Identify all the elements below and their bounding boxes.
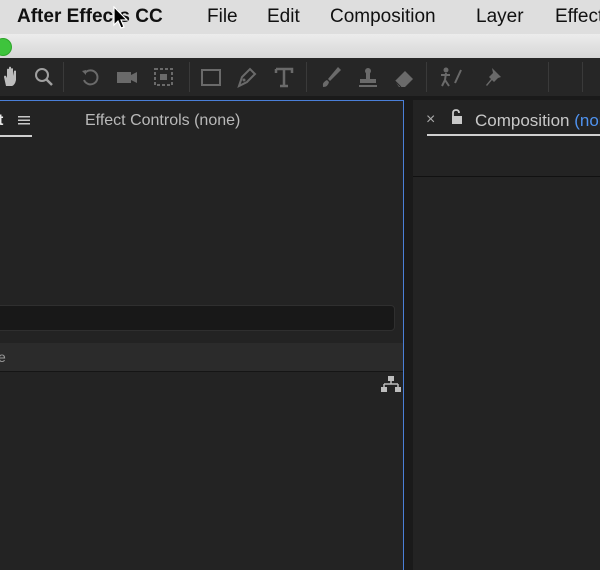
window-title-bar <box>0 34 600 59</box>
toolbar-separator <box>63 62 64 92</box>
flowchart-icon[interactable] <box>381 376 401 392</box>
toolbar-separator <box>548 62 549 92</box>
menu-bar: After Effects CC File Edit Composition L… <box>0 0 600 34</box>
window-zoom-button[interactable] <box>0 38 12 56</box>
menu-file[interactable]: File <box>207 0 238 34</box>
toolbar-separator <box>306 62 307 92</box>
mouse-cursor-icon <box>113 5 129 30</box>
project-search-input[interactable] <box>0 305 395 331</box>
camera-icon[interactable] <box>112 62 142 92</box>
brush-icon[interactable] <box>316 62 346 92</box>
project-column-header[interactable]: e <box>0 343 403 372</box>
menu-layer[interactable]: Layer <box>476 0 524 34</box>
panel-menu-icon[interactable] <box>17 113 31 127</box>
type-icon[interactable] <box>269 62 299 92</box>
puppet-icon[interactable] <box>435 62 465 92</box>
unlock-icon[interactable] <box>450 109 464 125</box>
tab-effect-controls[interactable]: Effect Controls (none) <box>85 112 240 130</box>
project-panel: t Effect Controls (none) e <box>0 100 404 570</box>
active-tab-indicator <box>427 134 600 136</box>
toolbar-separator <box>426 62 427 92</box>
composition-tab-title: Composition <box>475 111 570 130</box>
active-tab-indicator <box>0 135 32 137</box>
menu-composition[interactable]: Composition <box>330 0 436 34</box>
menu-effect[interactable]: Effect <box>555 0 600 34</box>
eraser-icon[interactable] <box>389 62 419 92</box>
tools-toolbar <box>0 58 600 96</box>
close-icon[interactable]: × <box>426 112 435 128</box>
rotate-icon[interactable] <box>76 62 106 92</box>
menu-edit[interactable]: Edit <box>267 0 300 34</box>
rectangle-icon[interactable] <box>196 62 226 92</box>
pin-icon[interactable] <box>479 62 509 92</box>
composition-tab-name: (none <box>574 111 600 130</box>
pen-icon[interactable] <box>232 62 262 92</box>
tab-composition[interactable]: Composition (none <box>475 111 600 131</box>
column-name-label: e <box>0 349 6 365</box>
tab-project[interactable]: t <box>0 112 3 130</box>
hand-icon[interactable] <box>0 62 26 92</box>
panel-divider[interactable] <box>404 100 413 570</box>
menu-app-name[interactable]: After Effects CC <box>17 0 163 34</box>
composition-panel: × Composition (none <box>413 100 600 570</box>
pan-behind-icon[interactable] <box>149 62 179 92</box>
toolbar-separator <box>189 62 190 92</box>
composition-viewer[interactable] <box>413 177 600 570</box>
clone-stamp-icon[interactable] <box>353 62 383 92</box>
zoom-icon[interactable] <box>29 62 59 92</box>
toolbar-separator <box>582 62 583 92</box>
